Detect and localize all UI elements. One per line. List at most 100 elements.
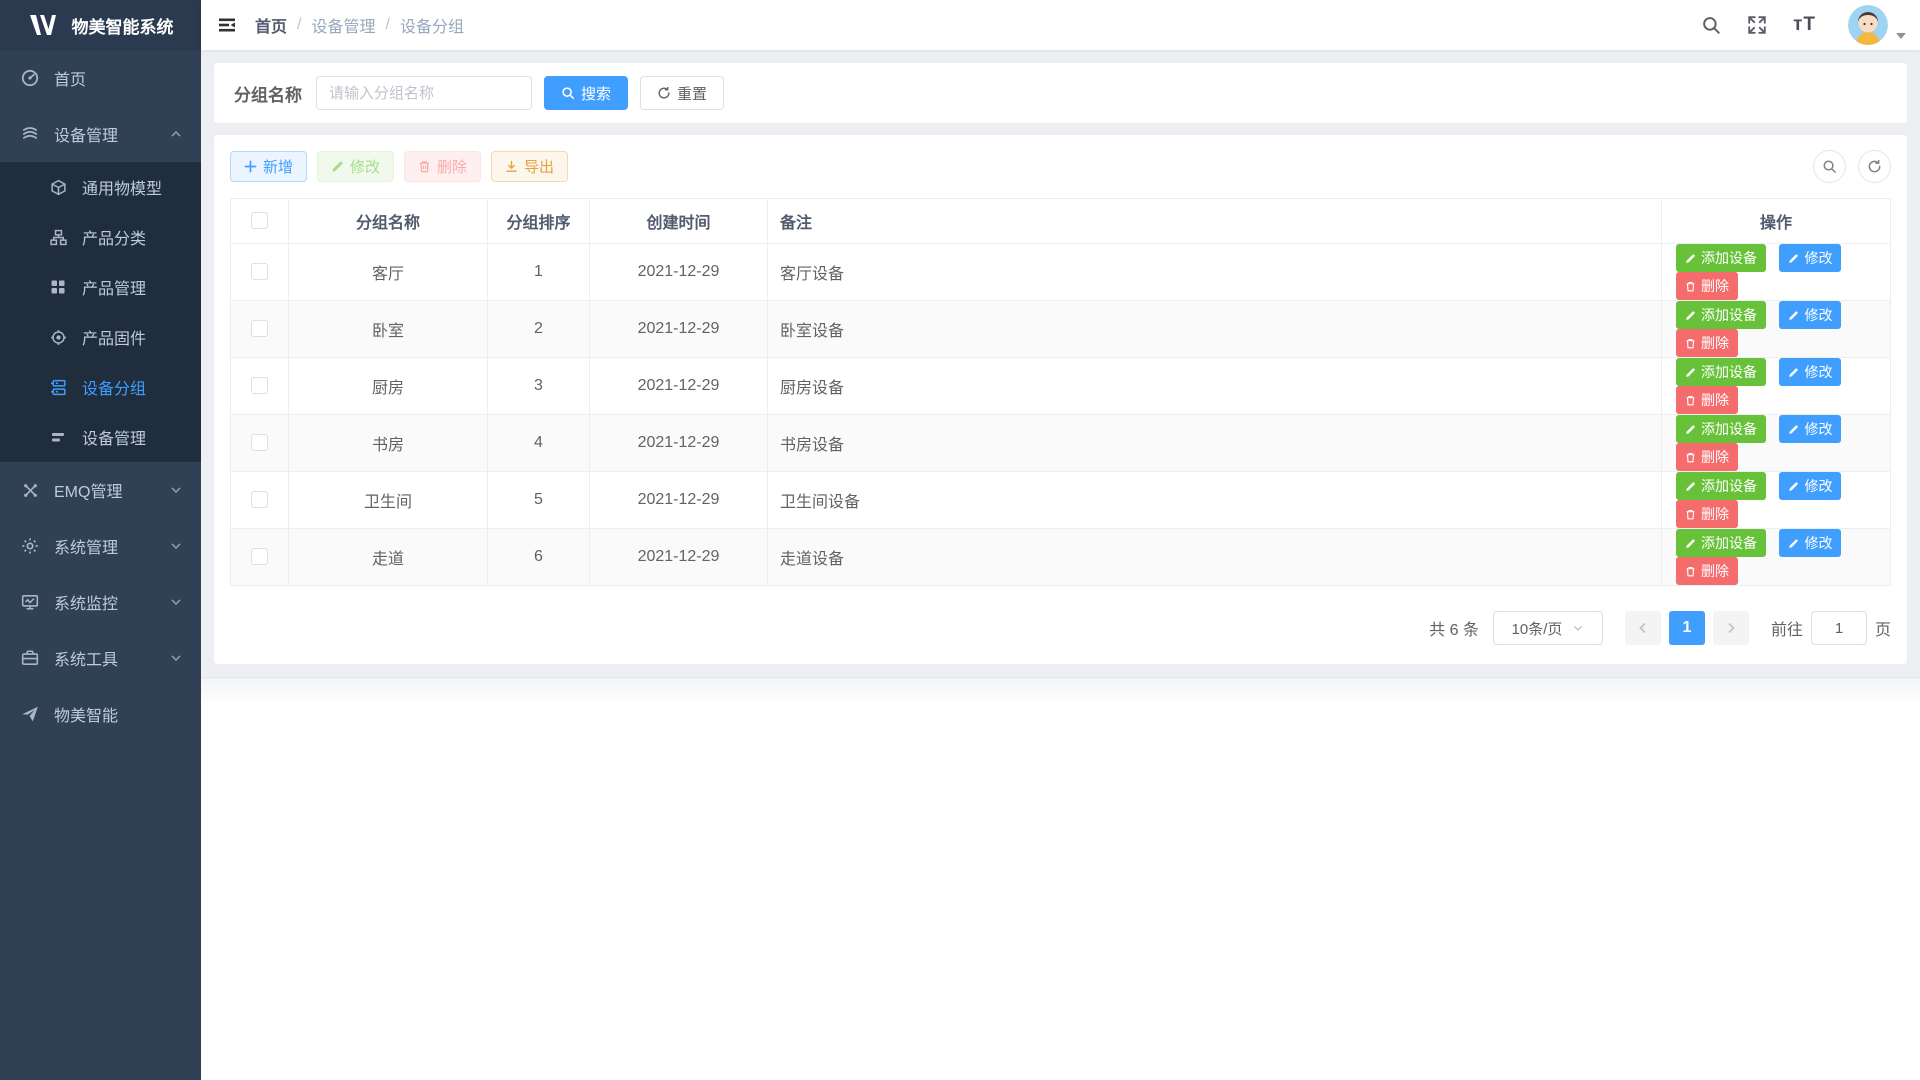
edit-row-button[interactable]: 修改 [1779, 529, 1841, 557]
search-button[interactable]: 搜索 [544, 76, 628, 110]
breadcrumb-home[interactable]: 首页 [255, 13, 287, 37]
next-page-button[interactable] [1713, 611, 1749, 645]
row-checkbox[interactable] [251, 491, 268, 508]
column-header-remark: 备注 [768, 199, 1662, 244]
row-checkbox[interactable] [251, 320, 268, 337]
sidebar-item-emq-management[interactable]: EMQ管理 [0, 462, 201, 518]
reset-button[interactable]: 重置 [640, 76, 724, 110]
add-device-button[interactable]: 添加设备 [1676, 415, 1766, 443]
delete-button[interactable]: 删除 [404, 151, 481, 182]
group-name-input[interactable] [316, 76, 532, 110]
device-management-submenu: 通用物模型 产品分类 产品管理 [0, 162, 201, 462]
device-group-table: 分组名称 分组排序 创建时间 备注 操作 客厅 1 2021-12-29 [230, 198, 1891, 586]
sidebar-item-label: EMQ管理 [54, 478, 122, 502]
sidebar-item-system-tools[interactable]: 系统工具 [0, 630, 201, 686]
chevron-down-icon [169, 651, 183, 665]
trash-icon [1685, 452, 1696, 463]
chevron-down-icon [169, 483, 183, 497]
sidebar-item-system-monitor[interactable]: 系统监控 [0, 574, 201, 630]
table-toolbar: 新增 修改 删除 导出 [230, 150, 1891, 183]
row-checkbox[interactable] [251, 434, 268, 451]
sidebar-item-product-category[interactable]: 产品分类 [0, 212, 201, 262]
chevron-down-icon [169, 595, 183, 609]
table-row: 卧室 2 2021-12-29 卧室设备 添加设备 修改 删除 [231, 301, 1891, 358]
sidebar-item-label: 设备分组 [82, 375, 146, 399]
monitor-icon [20, 592, 40, 612]
sidebar-item-label: 系统监控 [54, 590, 118, 614]
pen-icon [1788, 253, 1799, 264]
prev-page-button[interactable] [1625, 611, 1661, 645]
column-header-actions: 操作 [1662, 199, 1891, 244]
goto-page-input[interactable] [1811, 611, 1867, 645]
pen-icon [1788, 424, 1799, 435]
top-navbar: 首页 / 设备管理 / 设备分组 тT [201, 0, 1920, 50]
toggle-search-button[interactable] [1813, 150, 1846, 183]
refresh-button[interactable] [1858, 150, 1891, 183]
pen-icon [1788, 481, 1799, 492]
plus-icon [244, 160, 257, 173]
refresh-icon [657, 86, 671, 100]
fullscreen-icon[interactable] [1747, 15, 1767, 35]
cell-remark: 客厅设备 [768, 244, 1662, 301]
sidebar-item-product-firmware[interactable]: 产品固件 [0, 312, 201, 362]
add-device-button[interactable]: 添加设备 [1676, 358, 1766, 386]
edit-row-button[interactable]: 修改 [1779, 358, 1841, 386]
cell-remark: 卫生间设备 [768, 472, 1662, 529]
sidebar-item-label: 物美智能 [54, 702, 118, 726]
edit-row-button[interactable]: 修改 [1779, 244, 1841, 272]
sidebar-item-home[interactable]: 首页 [0, 50, 201, 106]
caret-down-icon [1896, 33, 1906, 39]
delete-row-button[interactable]: 删除 [1676, 557, 1738, 585]
brand-logo-icon [28, 13, 62, 37]
add-device-button[interactable]: 添加设备 [1676, 301, 1766, 329]
add-button[interactable]: 新增 [230, 151, 307, 182]
emq-icon [20, 480, 40, 500]
page-suffix-label: 页 [1875, 616, 1891, 640]
sidebar-item-device-list[interactable]: 设备管理 [0, 412, 201, 462]
delete-row-button[interactable]: 删除 [1676, 272, 1738, 300]
delete-row-button[interactable]: 删除 [1676, 386, 1738, 414]
user-menu[interactable] [1848, 5, 1906, 45]
sidebar-item-product-management[interactable]: 产品管理 [0, 262, 201, 312]
edit-button[interactable]: 修改 [317, 151, 394, 182]
sidebar-item-label: 通用物模型 [82, 175, 162, 199]
cell-group-name: 走道 [289, 529, 488, 586]
app-logo[interactable]: 物美智能系统 [0, 0, 201, 50]
avatar[interactable] [1848, 5, 1888, 45]
breadcrumb-separator: / [297, 16, 301, 34]
trash-icon [1685, 509, 1696, 520]
font-size-icon[interactable]: тT [1793, 14, 1816, 36]
edit-row-button[interactable]: 修改 [1779, 301, 1841, 329]
sidebar-item-device-group[interactable]: 设备分组 [0, 362, 201, 412]
dashboard-icon [20, 68, 40, 88]
page-number-1[interactable]: 1 [1669, 611, 1705, 645]
edit-row-button[interactable]: 修改 [1779, 472, 1841, 500]
delete-row-button[interactable]: 删除 [1676, 329, 1738, 357]
add-device-button[interactable]: 添加设备 [1676, 244, 1766, 272]
table-tools [1813, 150, 1891, 183]
target-icon [48, 327, 68, 347]
sidebar-item-wumei-smart[interactable]: 物美智能 [0, 686, 201, 742]
export-button[interactable]: 导出 [491, 151, 568, 182]
sidebar-fold-icon[interactable] [217, 15, 237, 35]
add-device-button[interactable]: 添加设备 [1676, 529, 1766, 557]
row-checkbox[interactable] [251, 377, 268, 394]
page-size-select[interactable]: 10条/页 [1493, 611, 1603, 645]
sidebar-item-thing-model[interactable]: 通用物模型 [0, 162, 201, 212]
delete-row-button[interactable]: 删除 [1676, 443, 1738, 471]
cell-group-name: 书房 [289, 415, 488, 472]
sidebar-item-device-management[interactable]: 设备管理 [0, 106, 201, 162]
table-row: 书房 4 2021-12-29 书房设备 添加设备 修改 删除 [231, 415, 1891, 472]
search-icon [561, 86, 575, 100]
sidebar-item-system-management[interactable]: 系统管理 [0, 518, 201, 574]
row-checkbox[interactable] [251, 263, 268, 280]
delete-row-button[interactable]: 删除 [1676, 500, 1738, 528]
edit-row-button[interactable]: 修改 [1779, 415, 1841, 443]
select-all-checkbox[interactable] [251, 212, 268, 229]
row-checkbox[interactable] [251, 548, 268, 565]
cell-remark: 走道设备 [768, 529, 1662, 586]
search-icon[interactable] [1701, 15, 1721, 35]
cell-created-time: 2021-12-29 [590, 529, 768, 586]
main-area: 首页 / 设备管理 / 设备分组 тT [201, 0, 1920, 1080]
add-device-button[interactable]: 添加设备 [1676, 472, 1766, 500]
